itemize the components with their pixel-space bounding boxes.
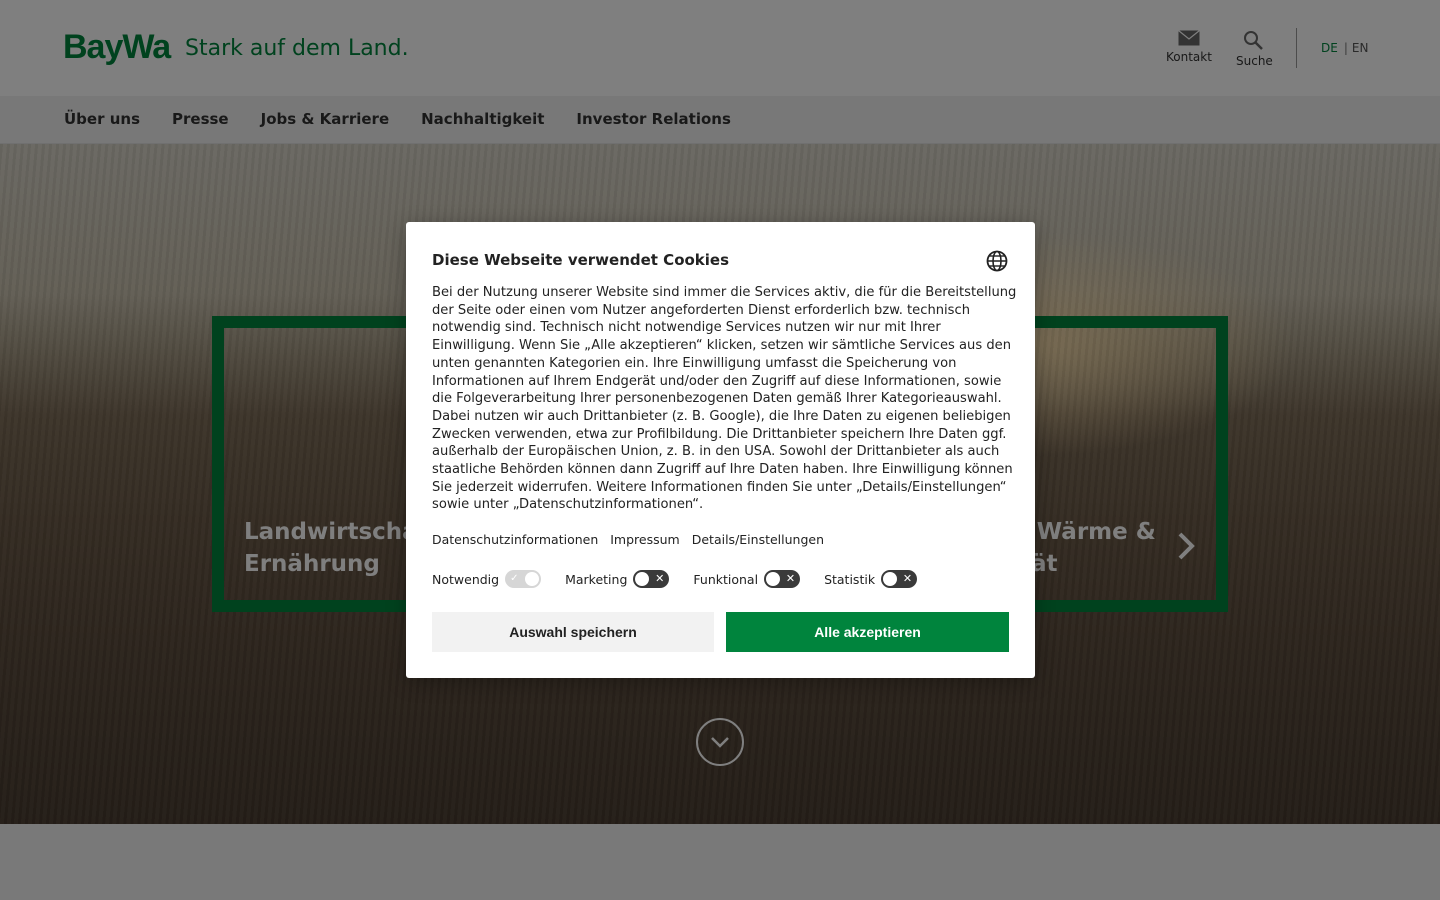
cookie-consent-dialog: Diese Webseite verwendet Cookies Bei der… [406,222,1035,678]
details-settings-link[interactable]: Details/Einstellungen [692,532,824,547]
toggle-label-notwendig: Notwendig [432,571,500,587]
globe-icon[interactable] [986,250,1008,272]
accept-all-button[interactable]: Alle akzeptieren [726,612,1009,652]
toggle-knob [635,572,650,586]
cookie-category-toggles: Notwendig ✓ Marketing ✕ Funktional ✕ Sta… [432,570,941,588]
toggle-group-notwendig: Notwendig ✓ [432,570,542,588]
toggle-label-marketing: Marketing [565,571,628,587]
toggle-statistik[interactable]: ✕ [881,570,918,588]
cookie-links: Datenschutzinformationen Impressum Detai… [432,532,836,547]
toggle-knob [766,572,781,586]
save-selection-button[interactable]: Auswahl speichern [432,612,714,652]
toggle-knob [883,572,898,586]
privacy-info-link[interactable]: Datenschutzinformationen [432,532,598,547]
toggle-funktional[interactable]: ✕ [764,570,801,588]
cookie-dialog-text: Bei der Nutzung unserer Website sind imm… [432,285,1017,513]
toggle-knob [525,572,540,586]
toggle-label-funktional: Funktional [693,571,759,587]
toggle-group-funktional: Funktional ✕ [693,570,801,588]
toggle-group-statistik: Statistik ✕ [824,570,918,588]
toggle-marketing[interactable]: ✕ [633,570,670,588]
check-icon: ✓ [510,573,519,584]
toggle-notwendig: ✓ [505,570,542,588]
close-icon: ✕ [655,572,665,585]
cookie-dialog-title: Diese Webseite verwendet Cookies [432,251,730,269]
close-icon: ✕ [902,572,913,585]
close-icon: ✕ [785,572,796,585]
toggle-label-statistik: Statistik [824,571,876,587]
toggle-group-marketing: Marketing ✕ [565,570,670,588]
imprint-link[interactable]: Impressum [610,532,679,547]
